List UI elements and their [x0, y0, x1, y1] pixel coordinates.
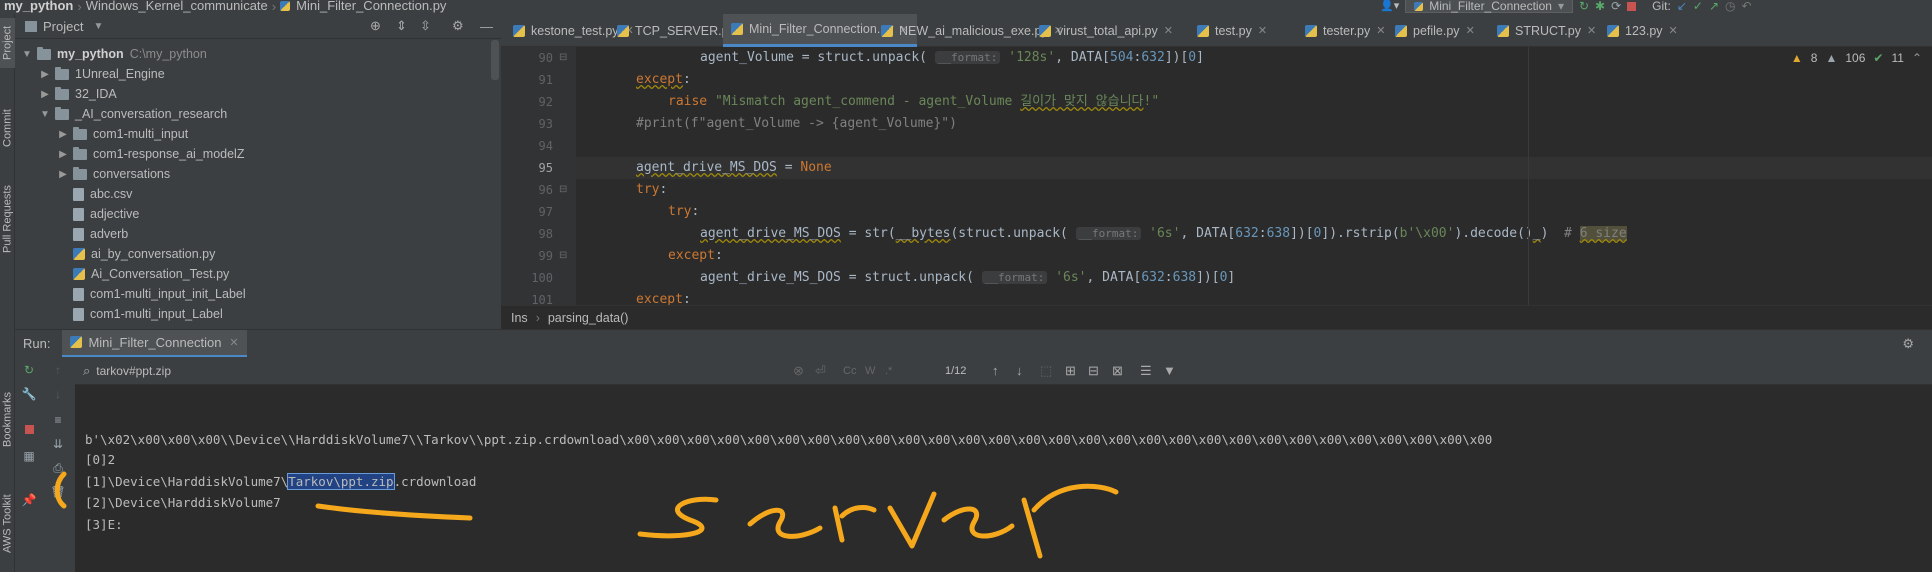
annotation-underline — [315, 503, 473, 521]
annotation-letter-s — [637, 496, 719, 539]
annotation-letter-e — [747, 507, 823, 539]
annotation-letter-v — [887, 491, 937, 549]
handwritten-annotation-overlay — [54, 471, 1119, 559]
annotation-letter-r — [832, 505, 877, 543]
annotation-bracket — [54, 471, 67, 509]
annotation-letter-e — [941, 506, 1015, 539]
annotation-letter-r — [1021, 483, 1119, 559]
